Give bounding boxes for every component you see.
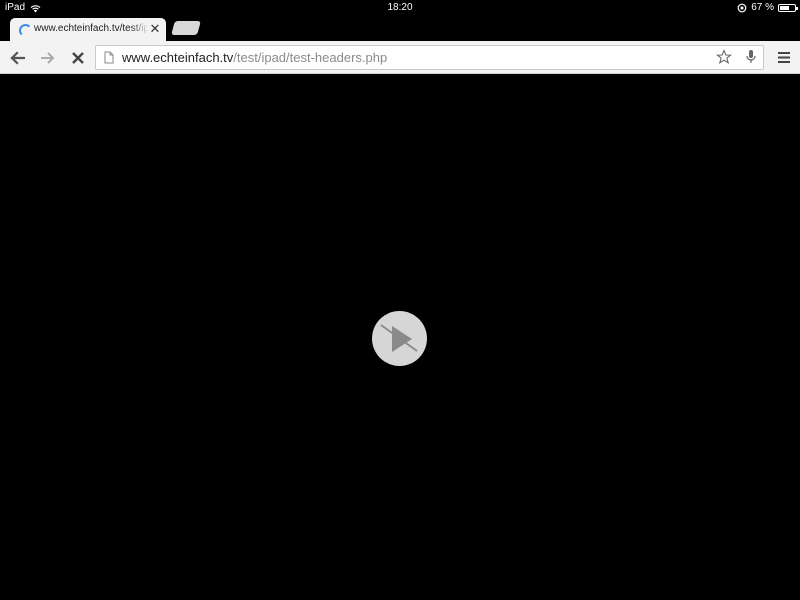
status-bar: iPad 18:20 67 % xyxy=(0,0,800,16)
new-tab-button[interactable] xyxy=(171,21,201,35)
tab-title: www.echteinfach.tv/test/ipad/test-header… xyxy=(34,23,149,37)
battery-percent: 67 % xyxy=(751,2,774,13)
battery-level-fill xyxy=(780,6,789,10)
status-right: 67 % xyxy=(737,0,798,16)
url-host: www.echteinfach.tv xyxy=(122,50,234,65)
tab-strip: www.echteinfach.tv/test/ipad/test-header… xyxy=(0,16,800,42)
video-play-button[interactable] xyxy=(372,311,427,366)
orientation-lock-icon xyxy=(737,3,747,13)
back-arrow-icon xyxy=(10,50,25,65)
page-content xyxy=(0,74,800,600)
page-icon xyxy=(104,51,114,64)
microphone-icon[interactable] xyxy=(745,49,757,65)
status-time: 18:20 xyxy=(387,2,413,13)
forward-arrow-icon xyxy=(41,51,55,64)
address-bar[interactable]: www.echteinfach.tv/test/ipad/test-header… xyxy=(95,45,764,70)
loading-spinner-icon xyxy=(19,24,32,37)
stop-button[interactable] xyxy=(64,41,92,74)
menu-icon xyxy=(778,52,790,63)
tab-close-icon[interactable]: ✕ xyxy=(149,21,161,37)
bookmark-star-icon[interactable] xyxy=(716,49,732,65)
play-slashed-icon xyxy=(380,324,418,352)
stop-x-icon xyxy=(72,51,84,64)
url-path: /test/ipad/test-headers.php xyxy=(233,50,388,65)
back-button[interactable] xyxy=(3,41,31,74)
forward-button[interactable] xyxy=(34,41,62,74)
menu-button[interactable] xyxy=(770,41,798,74)
url-text[interactable]: www.echteinfach.tv/test/ipad/test-header… xyxy=(122,46,387,69)
battery-icon xyxy=(778,4,798,12)
tab-active[interactable]: www.echteinfach.tv/test/ipad/test-header… xyxy=(10,18,166,42)
toolbar: www.echteinfach.tv/test/ipad/test-header… xyxy=(0,41,800,74)
